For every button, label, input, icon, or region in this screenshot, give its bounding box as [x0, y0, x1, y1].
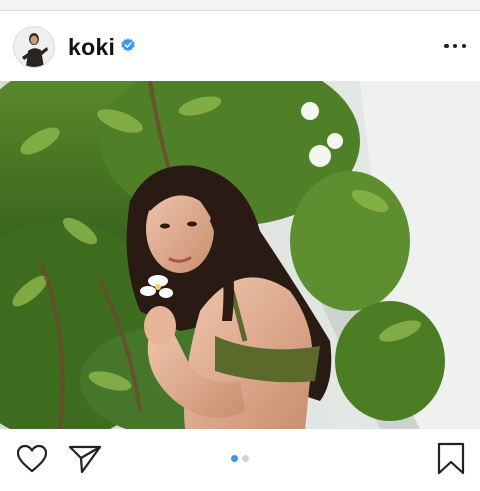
more-dot	[452, 43, 458, 49]
avatar-image	[14, 27, 54, 67]
bookmark-icon[interactable]	[436, 442, 466, 476]
more-dot	[444, 43, 449, 49]
username[interactable]: koki	[68, 34, 115, 61]
carousel-dot-active[interactable]	[231, 455, 238, 462]
heart-icon[interactable]	[16, 444, 48, 474]
post-header: koki	[0, 18, 480, 74]
verified-badge-icon	[121, 38, 135, 52]
avatar[interactable]	[13, 26, 55, 68]
carousel-dot[interactable]	[242, 455, 249, 462]
post-action-bar	[0, 436, 480, 484]
post-photo[interactable]	[0, 81, 480, 429]
more-dot	[461, 43, 466, 49]
top-bar-edge	[0, 0, 480, 11]
carousel-indicator	[231, 455, 249, 462]
paper-plane-icon[interactable]	[68, 444, 102, 474]
more-options-icon[interactable]	[444, 36, 466, 56]
post-image	[0, 81, 480, 429]
